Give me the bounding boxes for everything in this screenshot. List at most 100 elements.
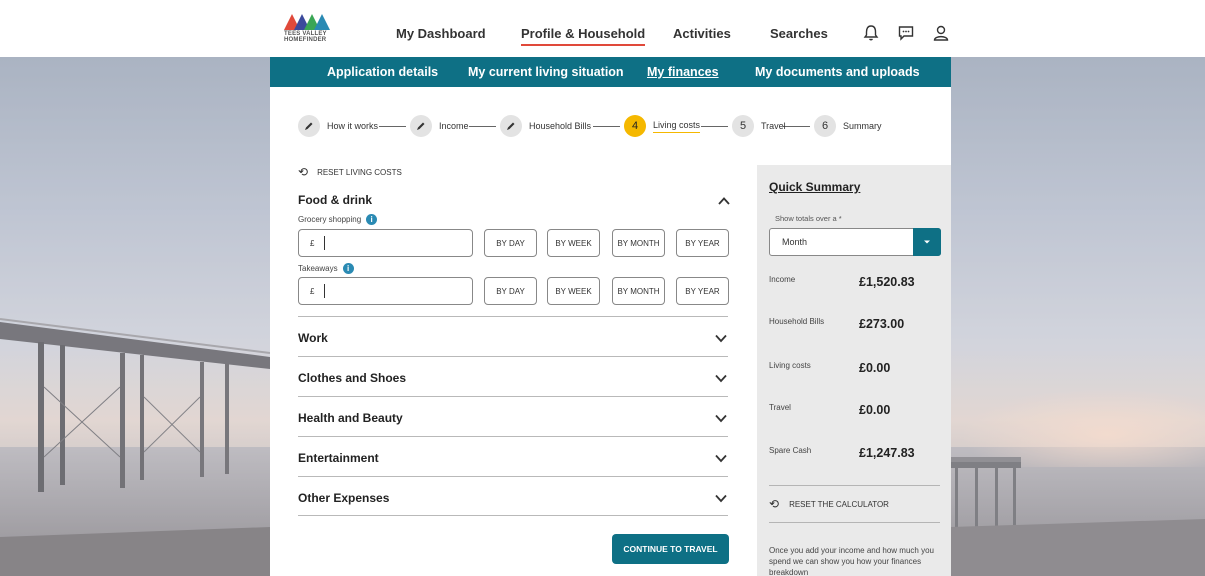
takeaways-by-day-button[interactable]: BY DAY [484, 277, 537, 305]
grocery-by-week-button[interactable]: BY WEEK [547, 229, 600, 257]
bell-icon[interactable] [862, 24, 880, 42]
accordion-title: Other Expenses [298, 491, 390, 505]
totals-period-value: Month [782, 237, 808, 247]
continue-to-travel-button[interactable]: CONTINUE TO TRAVEL [612, 534, 729, 564]
summary-household-bills-label: Household Bills [769, 317, 825, 326]
site-logo[interactable]: TEES VALLEY HOMEFINDER [284, 12, 336, 46]
pencil-icon [410, 115, 432, 137]
summary-income-label: Income [769, 275, 796, 284]
grocery-by-year-button[interactable]: BY YEAR [676, 229, 729, 257]
accordion-entertainment[interactable]: Entertainment [298, 436, 728, 476]
nav-profile-household[interactable]: Profile & Household [521, 26, 646, 46]
info-icon[interactable]: i [342, 263, 354, 274]
summary-living-costs-value: £0.00 [859, 361, 891, 375]
takeaways-label: Takeaways i [298, 263, 354, 274]
stepper-connector [469, 126, 496, 127]
summary-living-costs-label: Living costs [769, 361, 811, 370]
grocery-by-month-button[interactable]: BY MONTH [612, 229, 665, 257]
summary-travel-value: £0.00 [859, 403, 891, 417]
step-label: Income [439, 121, 469, 131]
totals-label: Show totals over a * [775, 214, 842, 223]
reset-icon: ⟲ [769, 497, 780, 511]
grocery-label-text: Grocery shopping [298, 215, 362, 224]
accordion-title: Clothes and Shoes [298, 371, 407, 385]
reset-living-costs-button[interactable]: ⟲ RESET LIVING COSTS [298, 165, 402, 179]
stepper-connector [593, 126, 620, 127]
summary-travel-label: Travel [769, 403, 791, 412]
step-label: How it works [327, 121, 379, 131]
stepper-connector [783, 126, 810, 127]
accordion-health-beauty[interactable]: Health and Beauty [298, 396, 728, 436]
accordion-work[interactable]: Work [298, 316, 728, 356]
main-panel: How it works Income Household Bills 4 Li… [270, 87, 951, 576]
step-number: 6 [814, 115, 836, 137]
chevron-down-icon [715, 374, 727, 383]
logo-text: TEES VALLEY HOMEFINDER [284, 31, 327, 43]
logo-mark [284, 14, 330, 30]
summary-household-bills-value: £273.00 [859, 317, 905, 331]
summary-spare-cash-label: Spare Cash [769, 446, 812, 455]
step-label: Summary [843, 121, 882, 131]
divider [769, 522, 940, 523]
grocery-input[interactable]: £ [298, 229, 473, 257]
currency-symbol: £ [310, 238, 315, 248]
step-living-costs[interactable]: 4 Living costs [624, 115, 701, 137]
subnav-application-details[interactable]: Application details [327, 65, 438, 79]
step-income[interactable]: Income [410, 115, 469, 137]
step-label: Travel [761, 121, 786, 131]
step-number: 4 [624, 115, 646, 137]
summary-income-value: £1,520.83 [859, 275, 915, 289]
stepper-connector [701, 126, 728, 127]
chevron-down-icon [715, 494, 727, 503]
logo-text-line2: HOMEFINDER [284, 37, 327, 43]
takeaways-by-week-button[interactable]: BY WEEK [547, 277, 600, 305]
step-label: Household Bills [529, 121, 592, 131]
summary-spare-cash-value: £1,247.83 [859, 446, 915, 460]
accordion-title: Entertainment [298, 451, 379, 465]
chevron-up-icon[interactable] [717, 194, 731, 208]
quick-summary-title: Quick Summary [769, 180, 861, 194]
accordion-title: Work [298, 331, 328, 345]
step-how-it-works[interactable]: How it works [298, 115, 378, 137]
top-header: TEES VALLEY HOMEFINDER My Dashboard Prof… [0, 0, 1205, 57]
grocery-by-day-button[interactable]: BY DAY [484, 229, 537, 257]
food-drink-title: Food & drink [298, 193, 372, 207]
reset-living-costs-label: RESET LIVING COSTS [317, 167, 402, 177]
nav-activities[interactable]: Activities [673, 26, 731, 41]
takeaways-label-text: Takeaways [298, 264, 338, 273]
chat-icon[interactable] [897, 24, 915, 42]
nav-searches[interactable]: Searches [770, 26, 828, 41]
accordion-title: Health and Beauty [298, 411, 403, 425]
user-icon[interactable] [932, 24, 950, 42]
accordion-other-expenses[interactable]: Other Expenses [298, 476, 728, 516]
info-icon[interactable]: i [366, 214, 378, 225]
pencil-icon [298, 115, 320, 137]
takeaways-by-month-button[interactable]: BY MONTH [612, 277, 665, 305]
step-household-bills[interactable]: Household Bills [500, 115, 591, 137]
finance-subnav: Application details My current living si… [270, 57, 951, 87]
step-summary[interactable]: 6 Summary [814, 115, 882, 137]
reset-icon: ⟲ [298, 165, 309, 179]
divider [769, 485, 940, 486]
stepper-connector [379, 126, 406, 127]
reset-calculator-button[interactable]: ⟲ RESET THE CALCULATOR [769, 497, 889, 511]
quick-summary-panel: Quick Summary Show totals over a * Month… [757, 165, 951, 576]
divider [298, 515, 728, 516]
text-caret [324, 284, 326, 298]
text-caret [324, 236, 326, 250]
caret-down-icon [913, 228, 941, 256]
takeaways-by-year-button[interactable]: BY YEAR [676, 277, 729, 305]
step-travel[interactable]: 5 Travel [732, 115, 786, 137]
chevron-down-icon [715, 334, 727, 343]
chevron-down-icon [715, 414, 727, 423]
step-number: 5 [732, 115, 754, 137]
takeaways-input[interactable]: £ [298, 277, 473, 305]
summary-note: Once you add your income and how much yo… [769, 546, 934, 576]
pencil-icon [500, 115, 522, 137]
subnav-living-situation[interactable]: My current living situation [468, 65, 624, 79]
subnav-documents[interactable]: My documents and uploads [755, 65, 920, 79]
totals-period-select[interactable]: Month [769, 228, 941, 256]
subnav-my-finances[interactable]: My finances [647, 65, 719, 79]
accordion-clothes-shoes[interactable]: Clothes and Shoes [298, 356, 728, 396]
nav-my-dashboard[interactable]: My Dashboard [396, 26, 486, 41]
